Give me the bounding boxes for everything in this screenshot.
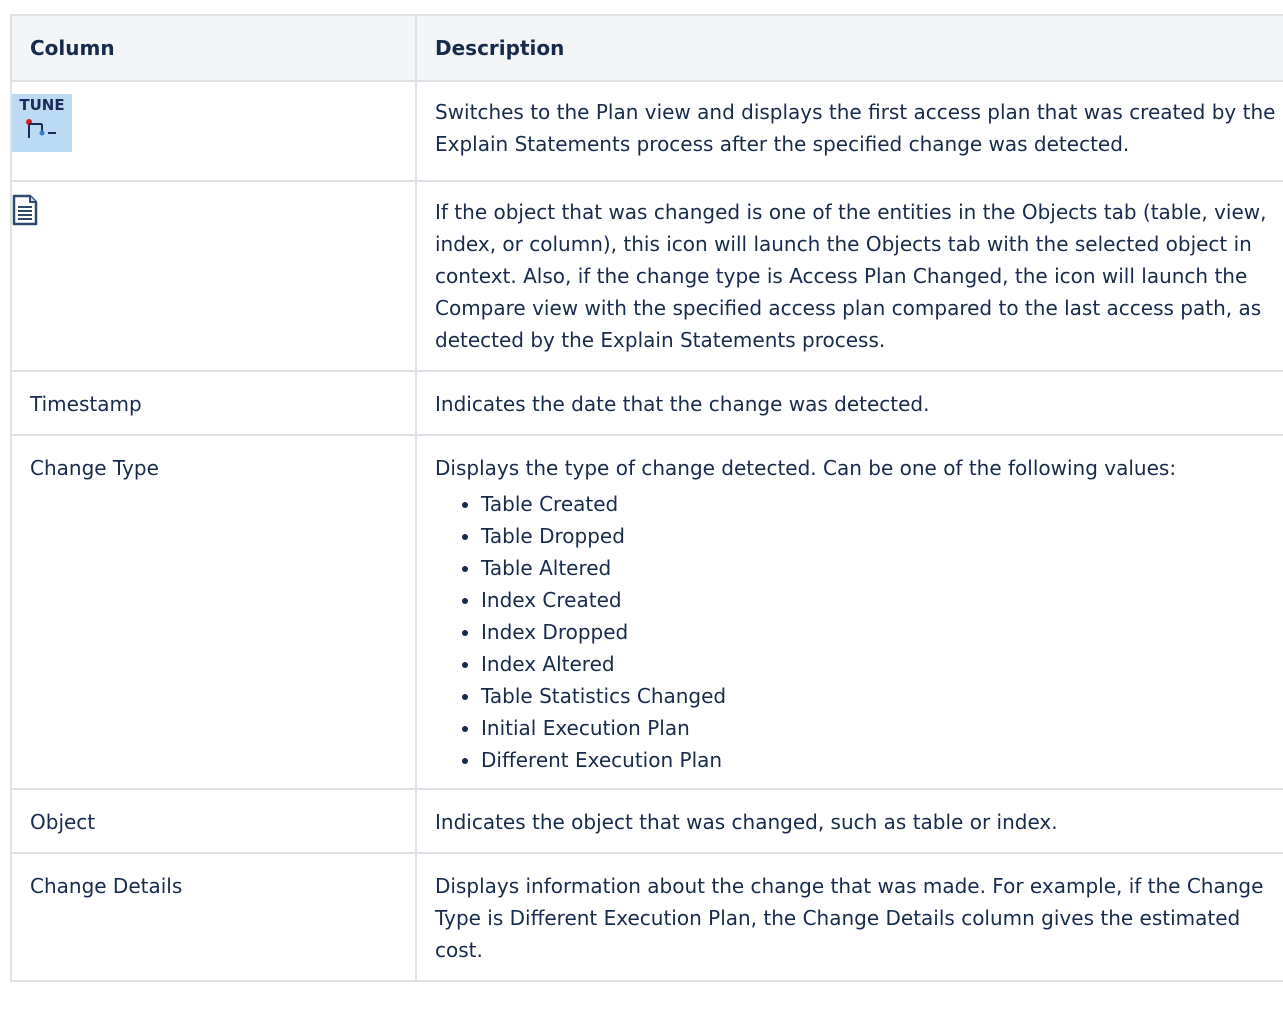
- description-text: Indicates the date that the change was d…: [435, 392, 930, 416]
- column-name: Timestamp: [30, 392, 142, 416]
- description-text: Displays the type of change detected. Ca…: [435, 456, 1177, 480]
- table-row: Timestamp Indicates the date that the ch…: [10, 370, 1283, 436]
- list-item: Index Altered: [481, 648, 1283, 680]
- header-description: Description: [415, 14, 1283, 82]
- column-name: Object: [30, 810, 96, 834]
- table-row: Change Type Displays the type of change …: [10, 434, 1283, 790]
- description-text: Switches to the Plan view and displays t…: [435, 100, 1276, 156]
- column-description-table: Column Description TUNE Switches to the …: [10, 14, 1283, 982]
- column-cell: [10, 180, 417, 372]
- table-row: If the object that was changed is one of…: [10, 180, 1283, 372]
- column-cell: Object: [10, 788, 417, 854]
- list-item: Different Execution Plan: [481, 744, 1283, 776]
- list-item: Table Dropped: [481, 520, 1283, 552]
- description-cell: Displays the type of change detected. Ca…: [415, 434, 1283, 790]
- description-cell: Indicates the object that was changed, s…: [415, 788, 1283, 854]
- change-type-list: Table Created Table Dropped Table Altere…: [435, 488, 1283, 776]
- description-text: Indicates the object that was changed, s…: [435, 810, 1058, 834]
- column-name: Change Details: [30, 874, 183, 898]
- column-cell: TUNE: [10, 80, 417, 182]
- column-cell: Change Details: [10, 852, 417, 982]
- list-item: Index Created: [481, 584, 1283, 616]
- column-cell: Timestamp: [10, 370, 417, 436]
- header-column: Column: [10, 14, 417, 82]
- list-item: Table Statistics Changed: [481, 680, 1283, 712]
- list-item: Table Altered: [481, 552, 1283, 584]
- list-item: Initial Execution Plan: [481, 712, 1283, 744]
- table-header-row: Column Description: [10, 14, 1283, 82]
- description-cell: If the object that was changed is one of…: [415, 180, 1283, 372]
- description-cell: Displays information about the change th…: [415, 852, 1283, 982]
- table-row: Object Indicates the object that was cha…: [10, 788, 1283, 854]
- list-item: Index Dropped: [481, 616, 1283, 648]
- description-text: If the object that was changed is one of…: [435, 200, 1267, 352]
- description-text: Displays information about the change th…: [435, 874, 1264, 962]
- tune-icon[interactable]: TUNE: [12, 94, 72, 152]
- document-icon[interactable]: [12, 194, 38, 235]
- column-cell: Change Type: [10, 434, 417, 790]
- description-cell: Switches to the Plan view and displays t…: [415, 80, 1283, 182]
- description-cell: Indicates the date that the change was d…: [415, 370, 1283, 436]
- list-item: Table Created: [481, 488, 1283, 520]
- column-name: Change Type: [30, 456, 159, 480]
- table-row: Change Details Displays information abou…: [10, 852, 1283, 982]
- table-row: TUNE Switches to the Plan view and displ…: [10, 80, 1283, 182]
